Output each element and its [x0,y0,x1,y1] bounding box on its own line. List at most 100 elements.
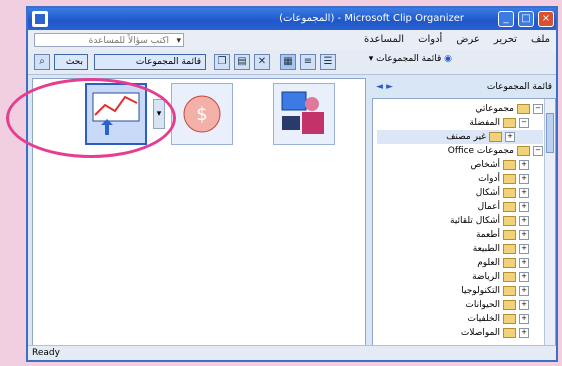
tree-node[interactable]: + الحيوانات [377,298,543,312]
tree-node-label: التكنولوجيا [461,286,500,296]
expand-icon[interactable]: + [519,173,529,184]
expand-icon[interactable]: + [519,327,529,338]
tree-node-label: أشكال تلقائية [450,216,500,226]
tree-node[interactable]: + الطبيعة [377,242,543,256]
clip-thumbnail[interactable]: $ [171,83,233,145]
clip-thumbnail[interactable] [273,83,335,145]
collections-toggle[interactable]: ◉ قائمة المجموعات ▾ [369,54,452,64]
view-list-icon[interactable]: ≡ [300,54,316,70]
tree-node-label: غير مصنف [446,132,486,142]
menu-item[interactable]: تحرير [494,34,517,45]
tree-node[interactable]: + أشكال تلقائية [377,214,543,228]
window-title: Microsoft Clip Organizer - (المجموعات) [279,13,464,24]
folder-icon [503,313,516,324]
tree-node[interactable]: − مجموعات Office [377,144,543,158]
tree-node-label: أشكال [475,188,500,198]
maximize-button[interactable]: □ [518,11,534,27]
copy-icon[interactable]: ❐ [214,54,230,70]
expand-icon[interactable]: + [519,243,529,254]
expand-icon[interactable]: + [519,187,529,198]
delete-icon[interactable]: ✕ [254,54,270,70]
tree-node[interactable]: + أطعمة [377,228,543,242]
collections-icon: ◉ [444,54,452,64]
tree-node[interactable]: + العلوم [377,256,543,270]
search-icon[interactable]: ⌕ [34,54,50,70]
collapse-icon[interactable]: − [519,117,529,128]
expand-icon[interactable]: + [519,201,529,212]
expand-icon[interactable]: + [519,159,529,170]
collection-list-button[interactable]: قائمة المجموعات [94,54,206,70]
expand-icon[interactable]: + [519,313,529,324]
close-button[interactable]: × [538,11,554,27]
expand-icon[interactable]: + [519,229,529,240]
status-bar: Ready [28,345,556,360]
tree-node[interactable]: + أشكال [377,186,543,200]
search-button[interactable]: بحث [54,54,88,70]
svg-text:$: $ [196,104,207,125]
tree-node-label: أدوات [478,174,500,184]
tree-scrollbar-thumb[interactable] [546,113,554,153]
paste-icon[interactable]: ▤ [234,54,250,70]
tree-node-label: المفضلة [469,118,500,128]
view-details-icon[interactable]: ☰ [320,54,336,70]
status-text: Ready [32,348,60,358]
folder-icon [503,285,516,296]
folder-icon [517,103,530,114]
tree-node-label: أطعمة [475,230,500,240]
tree-node[interactable]: + غير مصنف [377,130,543,144]
clip-organizer-window: Microsoft Clip Organizer - (المجموعات) _… [26,6,558,362]
tree-node[interactable]: + الخلفيات [377,312,543,326]
collections-toggle-label: قائمة المجموعات [376,54,442,64]
tree-node[interactable]: + أعمال [377,200,543,214]
tree-node-label: مجموعاتي [475,104,514,114]
collection-tree-pane: −مجموعاتي −المفضلة +غير مصنف −مجموعات Offic… [372,98,556,348]
expand-icon[interactable]: + [519,299,529,310]
menu-item[interactable]: ملف [531,34,550,45]
collection-tree: −مجموعاتي −المفضلة +غير مصنف −مجموعات Offic… [377,102,543,340]
tree-node[interactable]: + أشخاص [377,158,543,172]
expand-icon[interactable]: + [519,285,529,296]
tree-node-label: الخلفيات [467,314,500,324]
collection-list-title: قائمة المجموعات [486,82,552,92]
tree-node[interactable]: + الرياضة [377,270,543,284]
nav-arrows[interactable]: ► ◄ [376,82,393,92]
folder-icon [503,299,516,310]
expand-icon[interactable]: + [519,257,529,268]
tree-node[interactable]: + التكنولوجيا [377,284,543,298]
toolbar: ⌕ بحث قائمة المجموعات ❐ ▤ ✕ ▦ ≡ ☰ ◉ قائم… [28,50,556,75]
collection-list-header: ► ◄ قائمة المجموعات [372,78,556,98]
menu-item[interactable]: عرض [456,34,480,45]
tree-scrollbar[interactable] [544,99,555,347]
view-thumbnails-icon[interactable]: ▦ [280,54,296,70]
folder-icon [503,117,516,128]
collapse-icon[interactable]: − [533,145,543,156]
tree-node-label: مجموعات Office [447,146,514,156]
folder-icon [503,327,516,338]
annotation-circle [6,78,176,158]
menu-bar: اكتب سؤالاً للمساعدة ملف تحرير عرض أدوات الم… [28,30,556,50]
collapse-icon[interactable]: − [533,103,543,114]
tree-node[interactable]: + المواصلات [377,326,543,340]
folder-icon [503,229,516,240]
tree-node-label: الطبيعة [472,244,500,254]
tree-node[interactable]: − المفضلة [377,116,543,130]
expand-icon[interactable]: + [505,131,515,142]
app-icon [32,11,48,27]
tree-node[interactable]: − مجموعاتي [377,102,543,116]
folder-icon [503,215,516,226]
tree-node-label: العلوم [477,258,500,268]
tree-node-label: الرياضة [472,272,500,282]
folder-icon [517,145,530,156]
expand-icon[interactable]: + [519,271,529,282]
menu-item[interactable]: أدوات [418,34,442,45]
folder-icon [503,201,516,212]
expand-icon[interactable]: + [519,215,529,226]
menu-item[interactable]: المساعدة [364,34,404,45]
title-bar: Microsoft Clip Organizer - (المجموعات) _… [28,8,556,30]
minimize-button[interactable]: _ [498,11,514,27]
tree-node-label: الحيوانات [465,300,500,310]
folder-icon [489,131,502,142]
help-search-box[interactable]: اكتب سؤالاً للمساعدة [34,33,184,48]
menu-items: ملف تحرير عرض أدوات المساعدة [364,34,550,45]
tree-node[interactable]: + أدوات [377,172,543,186]
